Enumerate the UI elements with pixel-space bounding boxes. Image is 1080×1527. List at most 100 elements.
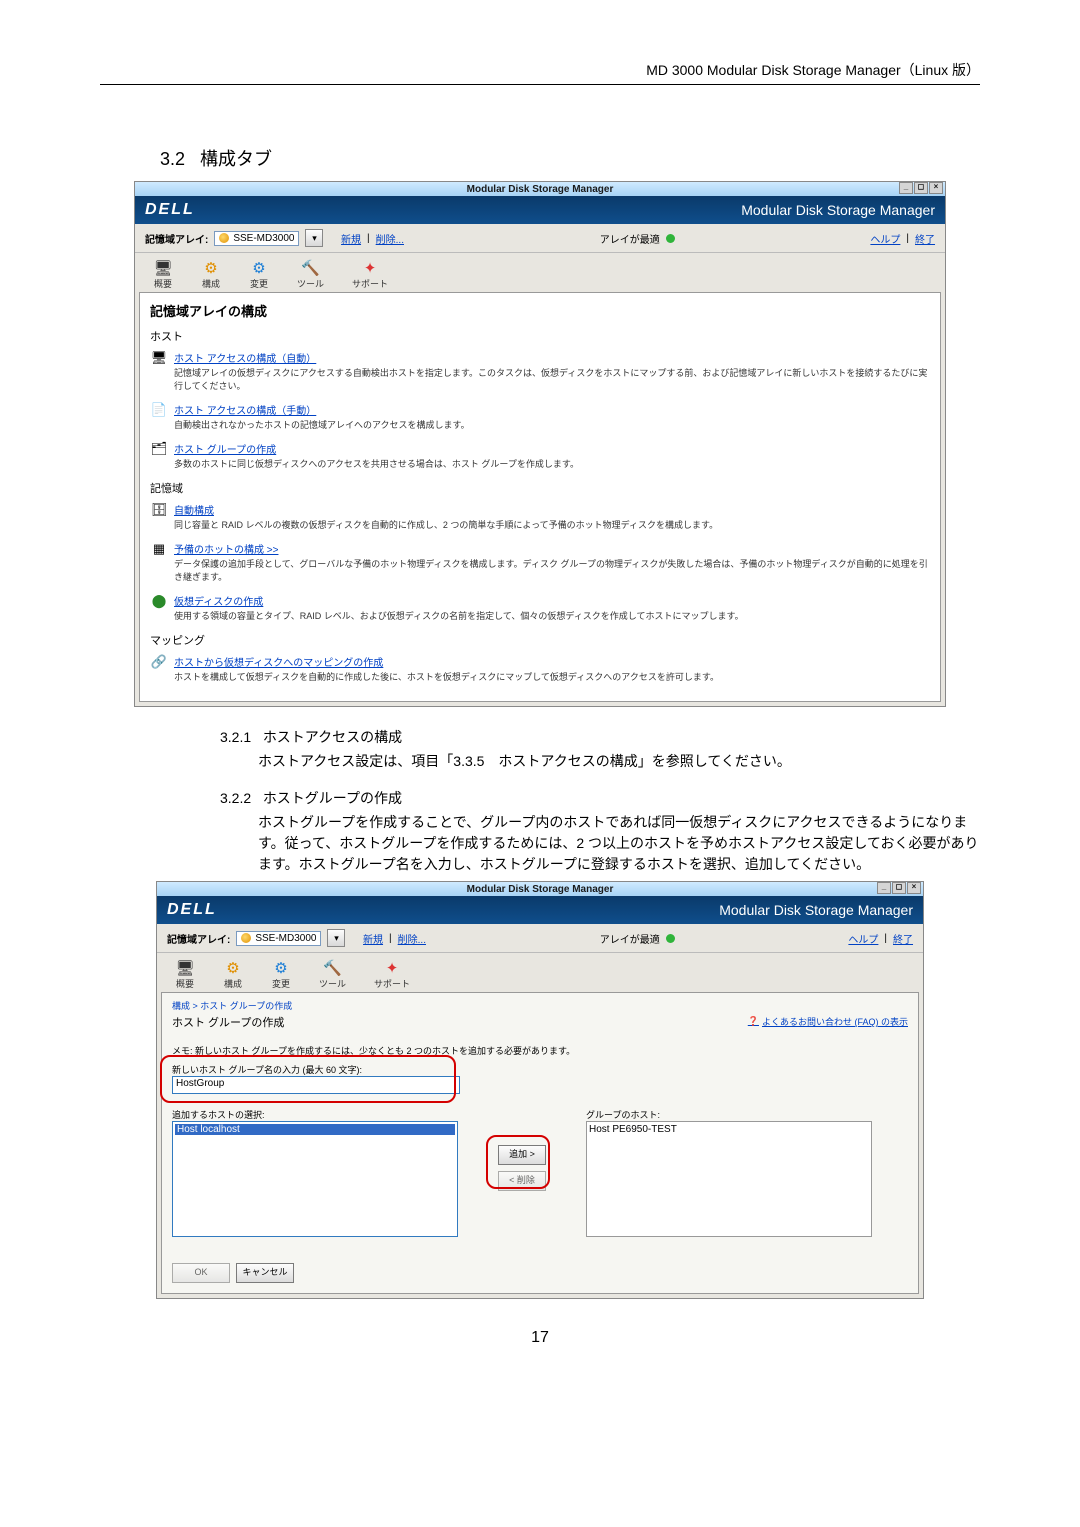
link-host-access-auto[interactable]: ホスト アクセスの構成（自動） xyxy=(174,350,930,365)
minimize-icon[interactable]: _ xyxy=(877,882,891,894)
array-value: SSE-MD3000 xyxy=(233,233,294,244)
dell-logo: DELL xyxy=(145,201,195,219)
list-item[interactable]: Host PE6950-TEST xyxy=(589,1124,869,1135)
support-icon: ✦ xyxy=(360,259,380,277)
status-text: アレイが最適 xyxy=(600,231,660,246)
subsection-321: 3.2.1 ホストアクセスの構成 ホストアクセス設定は、項目「3.3.5 ホスト… xyxy=(220,727,980,772)
minimize-icon[interactable]: _ xyxy=(899,182,913,194)
content-pane: 記憶域アレイの構成 ホスト 🖥 ホスト アクセスの構成（自動） 記憶域アレイの仮… xyxy=(139,292,941,702)
new-link[interactable]: 新規 xyxy=(363,931,383,946)
delete-link[interactable]: 削除... xyxy=(398,931,426,946)
array-toolbar: 記憶域アレイ: SSE-MD3000 ▾ 新規 | 削除... アレイが最適 ヘ… xyxy=(157,924,923,953)
exit-link[interactable]: 終了 xyxy=(893,931,913,946)
new-link[interactable]: 新規 xyxy=(341,231,361,246)
vdisk-icon: ⬤ xyxy=(150,593,168,609)
tab-tools[interactable]: 🔨ツール xyxy=(297,259,324,292)
link-hot-spare[interactable]: 予備のホットの構成 >> xyxy=(174,541,930,556)
array-icon xyxy=(219,233,229,243)
group-hosts-label: グループのホスト: xyxy=(586,1108,872,1121)
status-text: アレイが最適 xyxy=(600,931,660,946)
link-host-group[interactable]: ホスト グループの作成 xyxy=(174,441,579,456)
sub-number: 3.2.2 xyxy=(220,790,251,806)
tab-modify[interactable]: ⚙変更 xyxy=(249,259,269,292)
link-vdisk[interactable]: 仮想ディスクの作成 xyxy=(174,593,744,608)
chevron-down-icon[interactable]: ▾ xyxy=(305,229,323,247)
array-label: 記憶域アレイ: xyxy=(167,931,230,946)
link-mapping[interactable]: ホストから仮想ディスクへのマッピングの作成 xyxy=(174,654,719,669)
list-item[interactable]: Host localhost xyxy=(175,1124,455,1135)
sub-title: ホストグループの作成 xyxy=(263,790,402,806)
status-ok-icon xyxy=(666,934,675,943)
hammer-icon: 🔨 xyxy=(323,959,343,977)
tab-tools[interactable]: 🔨ツール xyxy=(319,959,346,992)
gear-icon: ⚙ xyxy=(249,259,269,277)
array-toolbar: 記憶域アレイ: SSE-MD3000 ▾ 新規 | 削除... アレイが最適 ヘ… xyxy=(135,224,945,253)
mapping-icon: 🔗 xyxy=(150,654,168,670)
item-host-access-auto: 🖥 ホスト アクセスの構成（自動） 記憶域アレイの仮想ディスクにアクセスする自動… xyxy=(150,350,930,392)
faq-link[interactable]: ❓ よくあるお問い合わせ (FAQ) の表示 xyxy=(748,1015,908,1028)
content-pane: 構成 > ホスト グループの作成 ホスト グループの作成 ❓ よくあるお問い合わ… xyxy=(161,992,919,1294)
window-buttons: _ ◻ × xyxy=(877,882,921,894)
page-header: MD 3000 Modular Disk Storage Manager（Lin… xyxy=(100,60,980,80)
close-icon[interactable]: × xyxy=(929,182,943,194)
select-host-label: 追加するホストの選択: xyxy=(172,1108,458,1121)
tab-bar: 🖥概要 ⚙構成 ⚙変更 🔨ツール ✦サポート xyxy=(157,953,923,992)
maximize-icon[interactable]: ◻ xyxy=(892,882,906,894)
item-vdisk: ⬤ 仮想ディスクの作成 使用する領域の容量とタイプ、RAID レベル、および仮想… xyxy=(150,593,930,622)
sub-body: ホストグループを作成することで、グループ内のホストであれば同一仮想ディスクにアク… xyxy=(258,812,980,875)
array-label: 記憶域アレイ: xyxy=(145,231,208,246)
host-icon: 📄 xyxy=(150,402,168,418)
spare-icon: ▦ xyxy=(150,541,168,557)
tab-config[interactable]: ⚙構成 xyxy=(223,959,243,992)
group-hosts-list[interactable]: Host PE6950-TEST xyxy=(586,1121,872,1237)
tab-modify[interactable]: ⚙変更 xyxy=(271,959,291,992)
content-title: 記憶域アレイの構成 xyxy=(150,301,930,320)
group-storage: 記憶域 xyxy=(150,480,930,496)
link-auto-config[interactable]: 自動構成 xyxy=(174,502,718,517)
summary-icon: 🖥 xyxy=(175,959,195,977)
screenshot-host-group: Modular Disk Storage Manager _ ◻ × DELL … xyxy=(156,881,924,1299)
ok-button[interactable]: OK xyxy=(172,1263,230,1283)
array-selector[interactable]: SSE-MD3000 xyxy=(236,931,321,946)
tab-support[interactable]: ✦サポート xyxy=(374,959,410,992)
tab-summary[interactable]: 🖥概要 xyxy=(153,259,173,292)
item-hot-spare: ▦ 予備のホットの構成 >> データ保護の追加手段として、グローバルな予備のホッ… xyxy=(150,541,930,583)
header-rule xyxy=(100,84,980,85)
tab-config[interactable]: ⚙構成 xyxy=(201,259,221,292)
breadcrumb[interactable]: 構成 > ホスト グループの作成 xyxy=(172,999,908,1012)
item-host-group: 🗂 ホスト グループの作成 多数のホストに同じ仮想ディスクへのアクセスを共用させ… xyxy=(150,441,930,470)
item-host-access-manual: 📄 ホスト アクセスの構成（手動） 自動検出されなかったホストの記憶域アレイへの… xyxy=(150,402,930,431)
tab-summary[interactable]: 🖥概要 xyxy=(175,959,195,992)
maximize-icon[interactable]: ◻ xyxy=(914,182,928,194)
array-selector[interactable]: SSE-MD3000 xyxy=(214,231,299,246)
close-icon[interactable]: × xyxy=(907,882,921,894)
tab-support[interactable]: ✦サポート xyxy=(352,259,388,292)
screenshot-config-tab: Modular Disk Storage Manager _ ◻ × DELL … xyxy=(134,181,946,707)
array-icon xyxy=(241,933,251,943)
add-button[interactable]: 追加 > xyxy=(498,1145,546,1165)
auto-icon: 🗄 xyxy=(150,502,168,518)
cancel-button[interactable]: キャンセル xyxy=(236,1263,294,1283)
help-icon: ❓ xyxy=(748,1016,759,1027)
array-value: SSE-MD3000 xyxy=(255,933,316,944)
exit-link[interactable]: 終了 xyxy=(915,231,935,246)
brand-subtitle: Modular Disk Storage Manager xyxy=(719,902,913,918)
link-host-access-manual[interactable]: ホスト アクセスの構成（手動） xyxy=(174,402,470,417)
help-link[interactable]: ヘルプ xyxy=(848,931,878,946)
window-titlebar: Modular Disk Storage Manager _ ◻ × xyxy=(157,882,923,896)
sub-title: ホストアクセスの構成 xyxy=(263,729,402,745)
support-icon: ✦ xyxy=(382,959,402,977)
remove-button[interactable]: < 削除 xyxy=(498,1171,546,1191)
status-ok-icon xyxy=(666,234,675,243)
delete-link[interactable]: 削除... xyxy=(376,231,404,246)
available-hosts-list[interactable]: Host localhost xyxy=(172,1121,458,1237)
help-link[interactable]: ヘルプ xyxy=(870,231,900,246)
window-title: Modular Disk Storage Manager xyxy=(467,184,614,195)
brand-bar: DELL Modular Disk Storage Manager xyxy=(135,196,945,224)
group-name-input[interactable]: HostGroup xyxy=(172,1076,460,1094)
chevron-down-icon[interactable]: ▾ xyxy=(327,929,345,947)
name-label: 新しいホスト グループ名の入力 (最大 60 文字): xyxy=(172,1063,908,1076)
hammer-icon: 🔨 xyxy=(301,259,321,277)
window-titlebar: Modular Disk Storage Manager _ ◻ × xyxy=(135,182,945,196)
sub-body: ホストアクセス設定は、項目「3.3.5 ホストアクセスの構成」を参照してください… xyxy=(258,751,980,772)
